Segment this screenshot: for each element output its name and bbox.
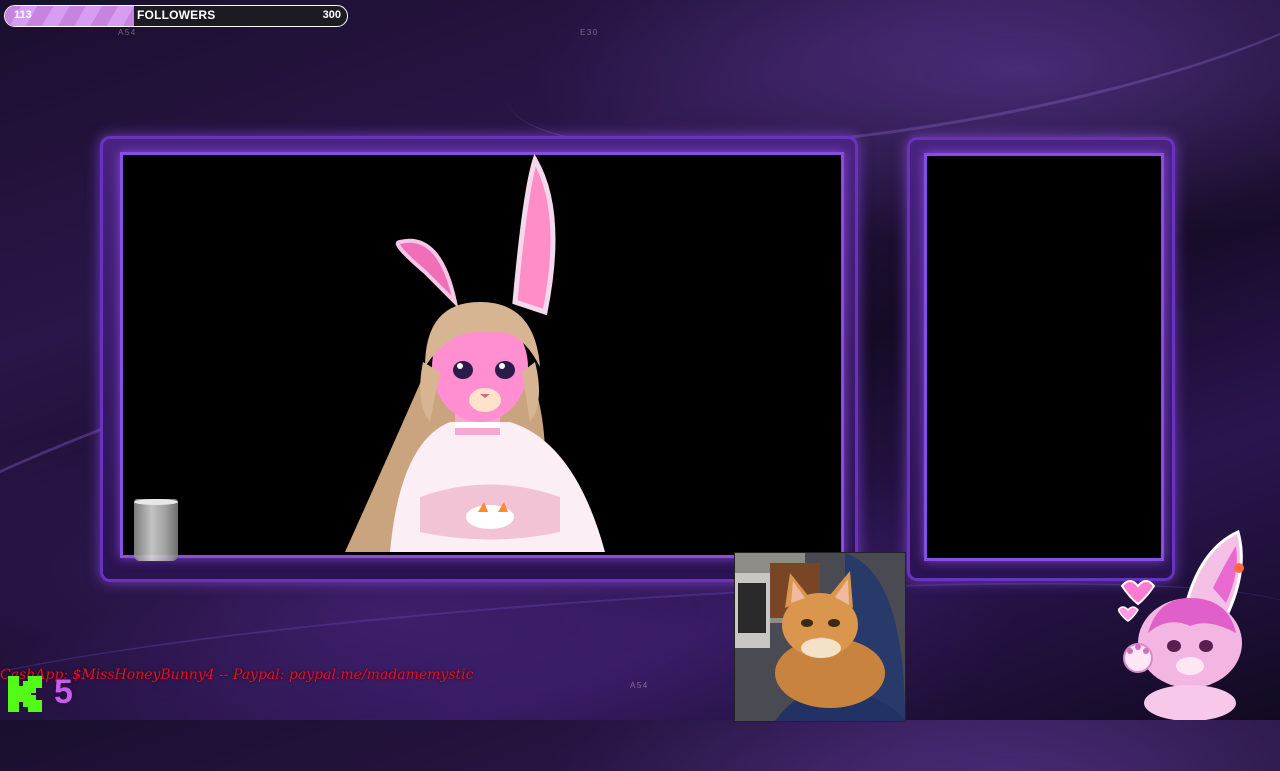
donation-ticker: CashApp: $MissHoneyBunny4 -- Paypal: pay…	[0, 667, 474, 683]
follower-goal-label: FOLLOWERS	[137, 8, 216, 22]
vtuber-bunny-avatar	[345, 153, 605, 552]
overlay-code: A54	[118, 28, 137, 37]
kick-count: 5	[54, 673, 73, 711]
overlay-code: E30	[580, 28, 599, 37]
orange-cat-image	[735, 553, 905, 721]
drink-glass-rim	[134, 499, 178, 505]
kick-k-icon	[8, 676, 42, 712]
follower-goal-target: 300	[322, 9, 341, 21]
cat-webcam	[734, 552, 906, 722]
follower-current-count: 113	[14, 9, 32, 21]
overlay-code: A54	[630, 681, 649, 690]
pink-bunny-mascot	[1118, 529, 1244, 720]
side-panel-view	[924, 153, 1164, 561]
follower-goal-bar: 113 FOLLOWERS 300	[4, 5, 348, 27]
drink-glass	[134, 499, 178, 561]
background-streak	[0, 551, 1280, 771]
